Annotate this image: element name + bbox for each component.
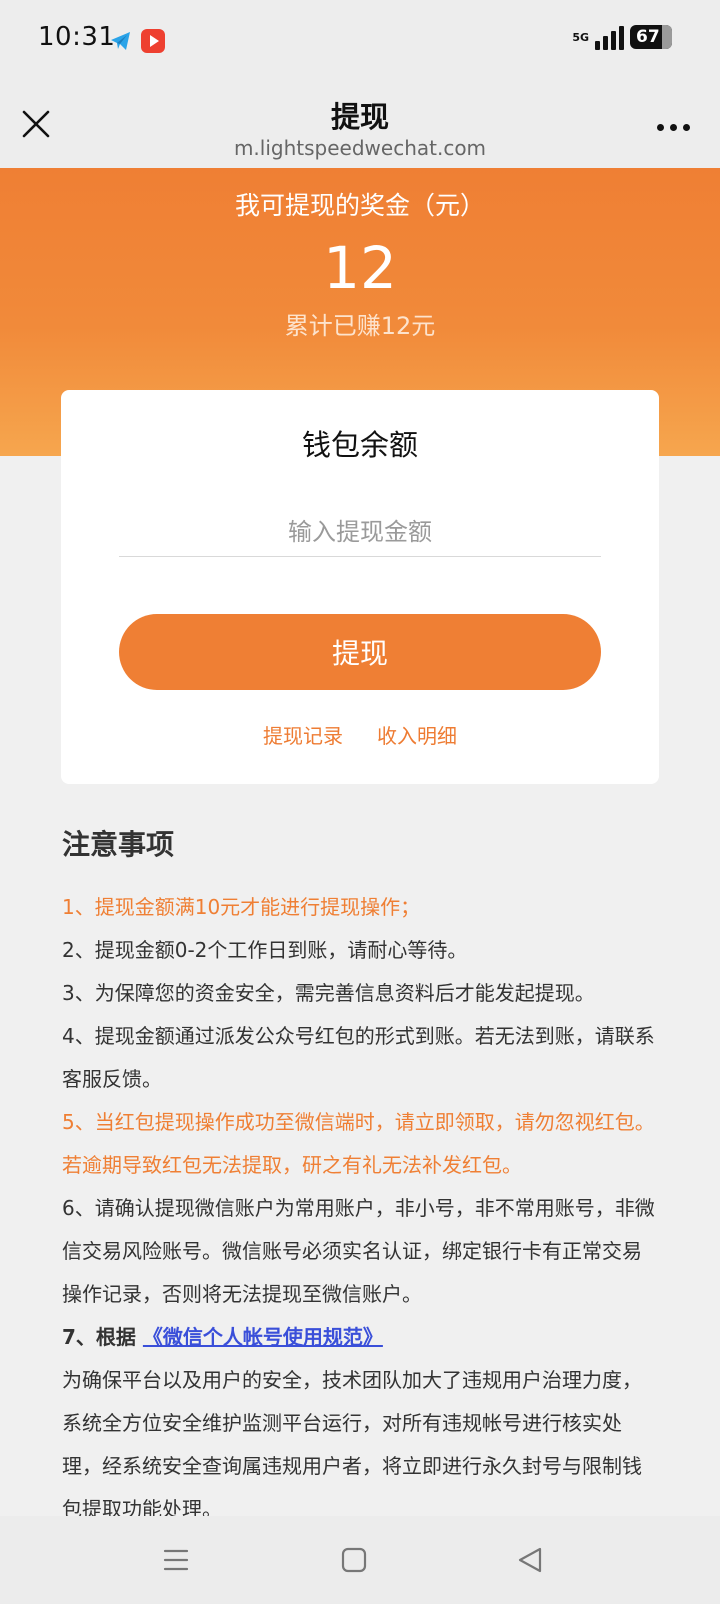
home-icon[interactable] [338, 1544, 370, 1576]
battery-level: 67 [636, 27, 660, 47]
notes-title: 注意事项 [62, 828, 175, 861]
note-item-2: 2、提现金额0-2个工作日到账，请耐心等待。 [62, 938, 468, 962]
back-icon[interactable] [514, 1544, 546, 1576]
notes-section: 注意事项 1、提现金额满10元才能进行提现操作； 2、提现金额0-2个工作日到账… [62, 824, 660, 1516]
note-item-7-body: 为确保平台以及用户的安全，技术团队加大了违规用户治理力度，系统全方位安全维护监测… [62, 1368, 642, 1516]
note-item-4: 4、提现金额通过派发公众号红包的形式到账。若无法到账，请联系客服反馈。 [62, 1024, 655, 1091]
note-item-7: 7、根据 《微信个人帐号使用规范》 [62, 1316, 660, 1359]
system-nav-bar [0, 1516, 720, 1604]
note-item-3: 3、为保障您的资金安全，需完善信息资料后才能发起提现。 [62, 981, 595, 1005]
note-item-1: 1、提现金额满10元才能进行提现操作； [62, 895, 421, 919]
wechat-rules-link[interactable]: 《微信个人帐号使用规范》 [143, 1325, 383, 1349]
note-item-5: 5、当红包提现操作成功至微信端时，请立即领取，请勿忽视红包。若逾期导致红包无法提… [62, 1110, 655, 1177]
notes-viewport: 注意事项 1、提现金额满10元才能进行提现操作； 2、提现金额0-2个工作日到账… [0, 0, 720, 1516]
menu-icon[interactable] [160, 1544, 192, 1576]
note-item-6: 6、请确认提现微信账户为常用账户，非小号，非不常用账号，非微信交易风险账号。微信… [62, 1196, 655, 1306]
note-item-7-prefix: 7、根据 [62, 1325, 136, 1349]
